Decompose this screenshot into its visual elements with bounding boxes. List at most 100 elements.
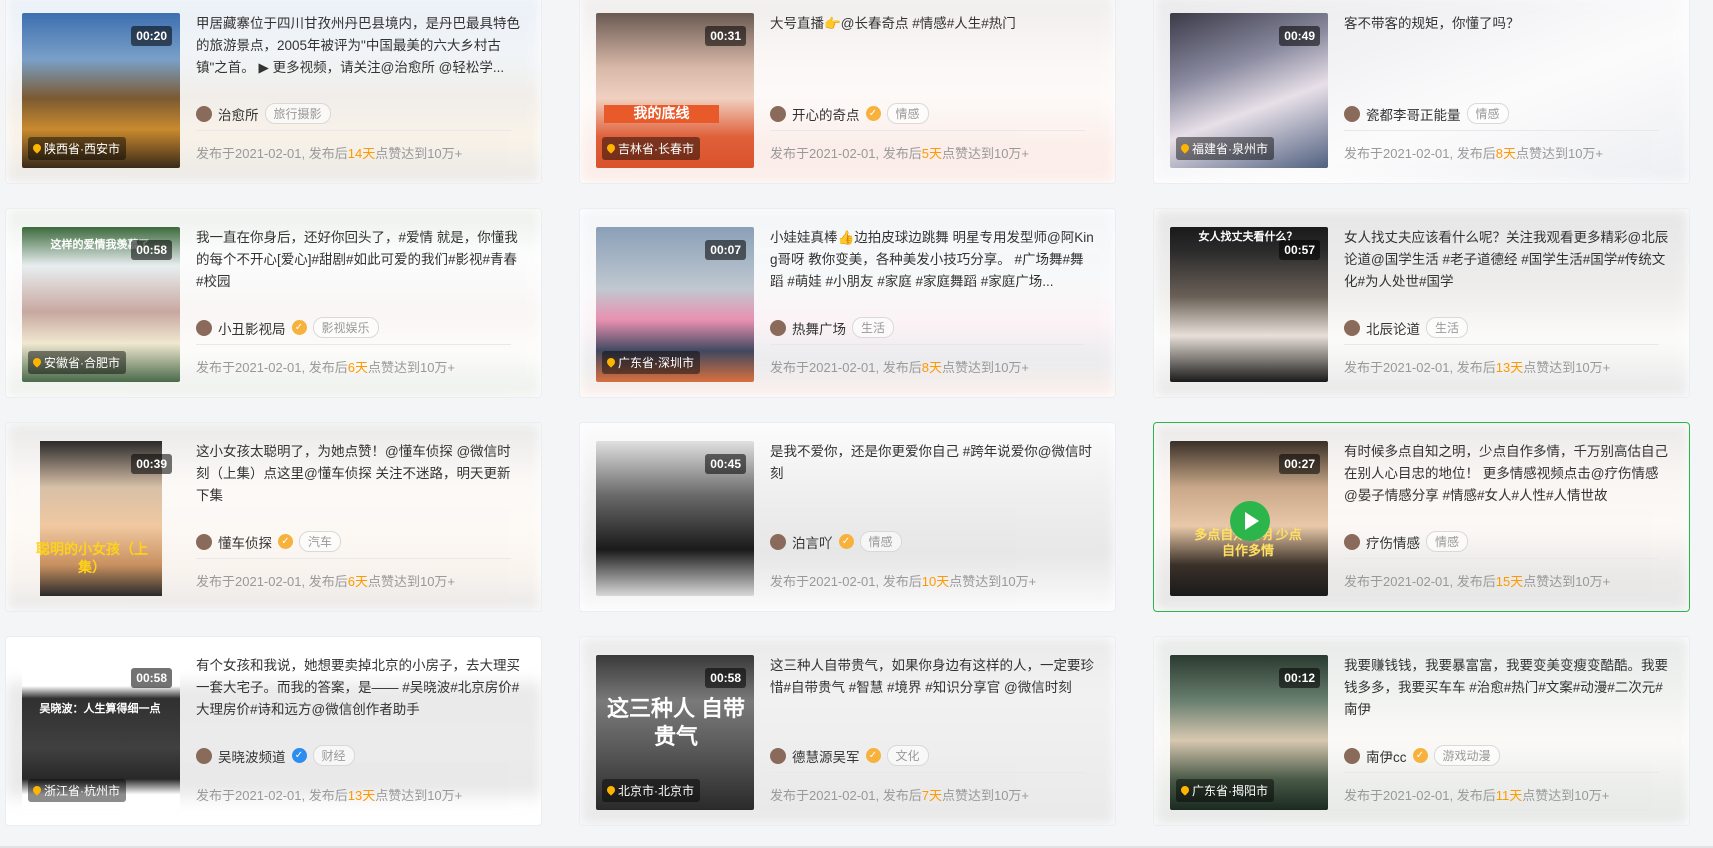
thumbnail-caption: 聪明的小女孩（上集） bbox=[36, 541, 148, 575]
location-badge: 吉林省·长春市 bbox=[602, 137, 700, 160]
category-tag[interactable]: 情感 bbox=[1466, 103, 1509, 124]
avatar[interactable] bbox=[1344, 319, 1360, 336]
avatar[interactable] bbox=[770, 533, 786, 550]
avatar[interactable] bbox=[196, 319, 212, 336]
days-to-milestone: 5天 bbox=[921, 146, 942, 161]
video-card[interactable]: 00:07 广东省·深圳市 小娃娃真棒👍边拍皮球边跳舞 明星专用发型师@阿King哥… bbox=[579, 208, 1116, 398]
category-tag[interactable]: 汽车 bbox=[299, 531, 342, 552]
divider bbox=[196, 558, 511, 559]
avatar[interactable] bbox=[196, 533, 212, 550]
avatar[interactable] bbox=[770, 105, 786, 122]
video-title[interactable]: 甲居藏寨位于四川甘孜州丹巴县境内，是丹巴最具特色的旅游景点，2005年被评为"中… bbox=[196, 13, 521, 79]
verified-badge-icon: ✓ bbox=[865, 748, 881, 763]
author-name[interactable]: 热舞广场 bbox=[792, 318, 846, 338]
avatar[interactable] bbox=[1344, 747, 1360, 764]
avatar[interactable] bbox=[770, 747, 786, 764]
video-card[interactable]: 多点自知之明 少点自作多情 00:27 有时候多点自知之明，少点自作多情，千万别高估… bbox=[1153, 422, 1690, 612]
video-thumbnail[interactable]: 聪明的小女孩（上集） 00:39 bbox=[22, 441, 180, 596]
location-badge: 安徽省·合肥市 bbox=[28, 351, 126, 374]
video-title[interactable]: 有个女孩和我说，她想要卖掉北京的小房子，去大理买一套大宅子。而我的答案，是—— … bbox=[196, 655, 521, 721]
author-name[interactable]: 南伊cc bbox=[1366, 746, 1407, 766]
publish-date-text: 发布于2021-02-01, 发布后 bbox=[1344, 146, 1496, 161]
video-title[interactable]: 有时候多点自知之明，少点自作多情，千万别高估自己在别人心目忠的地位！ 更多情感视… bbox=[1344, 441, 1669, 507]
video-card[interactable]: 00:45 是我不爱你，还是你更爱你自己 #跨年说爱你@微信时刻 泊言吖 ✓ 情感 发布于… bbox=[579, 422, 1116, 612]
video-title[interactable]: 这三种人自带贵气，如果你身边有这样的人，一定要珍惜#自带贵气 #智慧 #境界 #… bbox=[770, 655, 1095, 721]
category-tag[interactable]: 游戏动漫 bbox=[1433, 745, 1500, 766]
location-text: 福建省·泉州市 bbox=[1192, 142, 1268, 156]
milestone-text: 点赞达到10万+ bbox=[1523, 360, 1611, 375]
video-title[interactable]: 女人找丈夫应该看什么呢？关注我观看更多精彩@北辰论道@国学生活 #老子道德经 #… bbox=[1344, 227, 1669, 293]
video-card[interactable]: 这样的爱情我羡慕了 00:58 安徽省·合肥市 我一直在你身后，还好你回头了，#爱情 … bbox=[5, 208, 542, 398]
category-tag[interactable]: 情感 bbox=[859, 531, 902, 552]
video-thumbnail[interactable]: 吴晓波：人生算得细一点 00:58 浙江省·杭州市 bbox=[22, 655, 180, 810]
video-title[interactable]: 我一直在你身后，还好你回头了，#爱情 就是，你懂我的每个不开心[爱心]#甜剧#如… bbox=[196, 227, 521, 293]
video-thumbnail[interactable]: 00:07 广东省·深圳市 bbox=[596, 227, 754, 382]
author-name[interactable]: 吴晓波频道 bbox=[218, 746, 286, 766]
avatar[interactable] bbox=[770, 319, 786, 336]
author-name[interactable]: 疗伤情感 bbox=[1366, 532, 1420, 552]
author-row: 瓷都李哥正能量 情感 bbox=[1344, 103, 1509, 124]
avatar[interactable] bbox=[1344, 533, 1360, 550]
video-card[interactable]: 女人找丈夫看什么？ 00:57 女人找丈夫应该看什么呢？关注我观看更多精彩@北辰论道… bbox=[1153, 208, 1690, 398]
video-title[interactable]: 我要赚钱钱，我要暴富富，我要变美变瘦变酷酷。我要钱多多，我要买车车 #治愈#热门… bbox=[1344, 655, 1669, 721]
play-icon[interactable] bbox=[1230, 501, 1270, 541]
video-title[interactable]: 小娃娃真棒👍边拍皮球边跳舞 明星专用发型师@阿King哥呀 教你变美，各种美发小… bbox=[770, 227, 1095, 293]
category-tag[interactable]: 生活 bbox=[852, 317, 895, 338]
video-thumbnail[interactable]: 00:45 bbox=[596, 441, 754, 596]
video-card[interactable]: 我的底线 00:31 吉林省·长春市 大号直播👉@长春奇点 #情感#人生#热门开心的奇… bbox=[579, 0, 1116, 184]
category-tag[interactable]: 旅行摄影 bbox=[264, 103, 331, 124]
video-info: 小娃娃真棒👍边拍皮球边跳舞 明星专用发型师@阿King哥呀 教你变美，各种美发小… bbox=[770, 227, 1095, 382]
video-thumbnail[interactable]: 00:49 福建省·泉州市 bbox=[1170, 13, 1328, 168]
author-name[interactable]: 泊言吖 bbox=[792, 532, 833, 552]
video-thumbnail[interactable]: 这样的爱情我羡慕了 00:58 安徽省·合肥市 bbox=[22, 227, 180, 382]
video-title[interactable]: 大号直播👉@长春奇点 #情感#人生#热门 bbox=[770, 13, 1095, 79]
avatar[interactable] bbox=[1344, 105, 1360, 122]
location-badge: 福建省·泉州市 bbox=[1176, 137, 1274, 160]
video-thumbnail[interactable]: 多点自知之明 少点自作多情 00:27 bbox=[1170, 441, 1328, 596]
publish-meta: 发布于2021-02-01, 发布后13天点赞达到10万+ bbox=[1344, 357, 1610, 376]
duration-badge: 00:57 bbox=[1279, 240, 1320, 260]
video-card-grid: 00:20 陕西省·西安市 甲居藏寨位于四川甘孜州丹巴县境内，是丹巴最具特色的旅游景… bbox=[5, 0, 1690, 826]
video-thumbnail[interactable]: 00:12 广东省·揭阳市 bbox=[1170, 655, 1328, 810]
location-text: 北京市·北京市 bbox=[618, 784, 694, 798]
video-card[interactable]: 00:49 福建省·泉州市 客不带客的规矩，你懂了吗？ 瓷都李哥正能量 情感发布于202… bbox=[1153, 0, 1690, 184]
milestone-text: 点赞达到10万+ bbox=[1522, 788, 1610, 803]
category-tag[interactable]: 文化 bbox=[886, 745, 929, 766]
author-name[interactable]: 治愈所 bbox=[218, 104, 259, 124]
video-title[interactable]: 是我不爱你，还是你更爱你自己 #跨年说爱你@微信时刻 bbox=[770, 441, 1095, 507]
video-card[interactable]: 00:12 广东省·揭阳市 我要赚钱钱，我要暴富富，我要变美变瘦变酷酷。我要钱多多，… bbox=[1153, 636, 1690, 826]
days-to-milestone: 11天 bbox=[1495, 788, 1523, 803]
author-name[interactable]: 德慧源吴军 bbox=[792, 746, 860, 766]
video-thumbnail[interactable]: 女人找丈夫看什么？ 00:57 bbox=[1170, 227, 1328, 382]
video-title[interactable]: 这小女孩太聪明了，为她点赞！@懂车侦探 @微信时刻（上集）点这里@懂车侦探 关注… bbox=[196, 441, 521, 507]
video-thumbnail[interactable]: 我的底线 00:31 吉林省·长春市 bbox=[596, 13, 754, 168]
location-pin-icon bbox=[33, 144, 41, 154]
video-title[interactable]: 客不带客的规矩，你懂了吗？ bbox=[1344, 13, 1669, 79]
duration-badge: 00:27 bbox=[1279, 454, 1320, 474]
author-name[interactable]: 北辰论道 bbox=[1366, 318, 1420, 338]
avatar[interactable] bbox=[196, 105, 212, 122]
author-name[interactable]: 小丑影视局 bbox=[218, 318, 286, 338]
days-to-milestone: 8天 bbox=[1495, 146, 1516, 161]
category-tag[interactable]: 影视娱乐 bbox=[312, 317, 379, 338]
category-tag[interactable]: 情感 bbox=[1426, 531, 1469, 552]
video-card[interactable]: 这三种人 自带贵气 00:58 北京市·北京市 这三种人自带贵气，如果你身边有这样的人… bbox=[579, 636, 1116, 826]
video-thumbnail[interactable]: 这三种人 自带贵气 00:58 北京市·北京市 bbox=[596, 655, 754, 810]
author-name[interactable]: 瓷都李哥正能量 bbox=[1366, 104, 1461, 124]
video-card[interactable]: 吴晓波：人生算得细一点 00:58 浙江省·杭州市 有个女孩和我说，她想要卖掉北京的小… bbox=[5, 636, 542, 826]
author-name[interactable]: 开心的奇点 bbox=[792, 104, 860, 124]
category-tag[interactable]: 财经 bbox=[312, 745, 355, 766]
category-tag[interactable]: 情感 bbox=[886, 103, 929, 124]
author-name[interactable]: 懂车侦探 bbox=[218, 532, 272, 552]
video-card[interactable]: 00:20 陕西省·西安市 甲居藏寨位于四川甘孜州丹巴县境内，是丹巴最具特色的旅游景… bbox=[5, 0, 542, 184]
video-info: 这小女孩太聪明了，为她点赞！@懂车侦探 @微信时刻（上集）点这里@懂车侦探 关注… bbox=[196, 441, 521, 596]
avatar[interactable] bbox=[196, 747, 212, 764]
video-card[interactable]: 聪明的小女孩（上集） 00:39 这小女孩太聪明了，为她点赞！@懂车侦探 @微信时刻… bbox=[5, 422, 542, 612]
milestone-text: 点赞达到10万+ bbox=[941, 788, 1030, 803]
video-thumbnail[interactable]: 00:20 陕西省·西安市 bbox=[22, 13, 180, 168]
category-tag[interactable]: 生活 bbox=[1426, 317, 1469, 338]
location-pin-icon bbox=[607, 786, 615, 796]
publish-meta: 发布于2021-02-01, 发布后15天点赞达到10万+ bbox=[1344, 571, 1610, 590]
milestone-text: 点赞达到10万+ bbox=[941, 360, 1030, 375]
divider bbox=[1344, 558, 1659, 559]
